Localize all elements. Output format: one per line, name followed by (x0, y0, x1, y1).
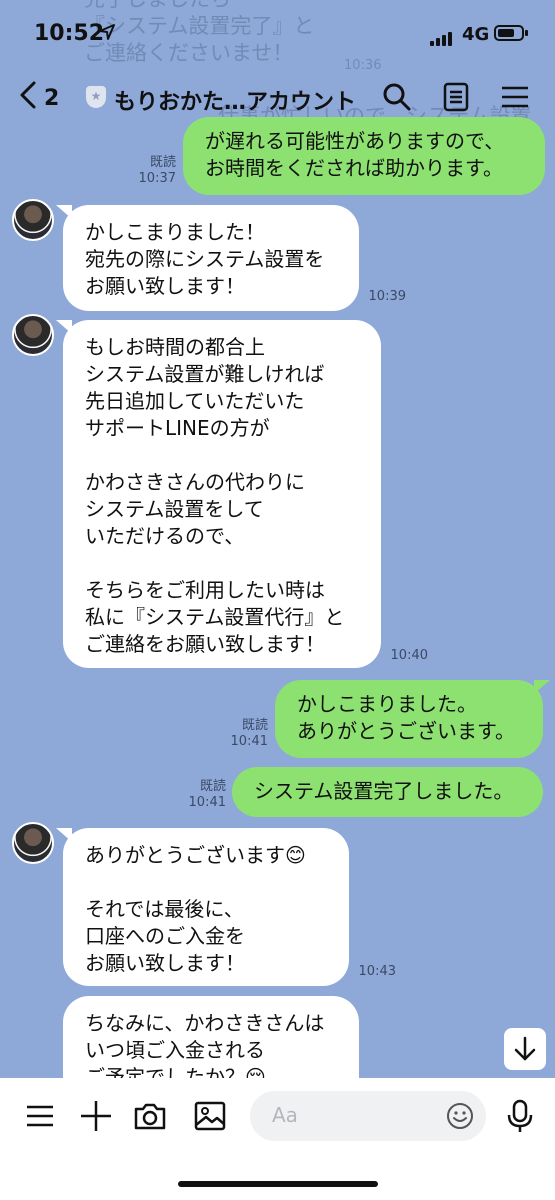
home-indicator (178, 1181, 378, 1187)
search-icon[interactable] (380, 80, 414, 114)
message-meta: 既読 10:41 (180, 779, 226, 811)
read-receipt: 既読 (149, 155, 176, 170)
message-bubble-outgoing[interactable]: システム設置完了しました。 (232, 767, 543, 817)
battery-icon (494, 25, 528, 41)
message-bubble-incoming[interactable]: ちなみに、かわさきさんは いつ頃ご入金される ご予定でしたか？😌 (63, 996, 359, 1078)
microphone-icon[interactable] (502, 1098, 538, 1134)
message-bubble-outgoing[interactable]: かしこまりました。 ありがとうございます。 (275, 680, 543, 758)
read-receipt: 既読 (199, 779, 226, 794)
read-receipt: 既読 (241, 718, 268, 733)
menu-icon[interactable] (498, 80, 532, 114)
message-input-container[interactable] (250, 1091, 486, 1141)
chat-header: 2 ★ もりおかた…アカウント (0, 72, 555, 124)
message-bubble-incoming[interactable]: かしこまりました！ 宛先の際にシステム設置を お願い致します！ (63, 205, 359, 311)
signal-icon (430, 27, 454, 46)
camera-icon[interactable] (132, 1098, 168, 1134)
avatar[interactable] (12, 822, 54, 864)
page-title[interactable]: もりおかた…アカウント (114, 84, 356, 116)
message-bubble-incoming[interactable]: もしお時間の都合上 システム設置が難しければ 先日追加していただいた サポートL… (63, 320, 381, 668)
message-bubble-outgoing[interactable]: が遅れる可能性がありますので、 お時間をくだされば助かります。 (183, 117, 545, 195)
message-time: 10:37 (138, 171, 176, 186)
status-time: 10:52 (34, 21, 105, 46)
note-icon[interactable] (439, 80, 473, 114)
arrow-down-icon (514, 1036, 536, 1061)
message-time: 10:41 (188, 795, 226, 810)
plus-icon[interactable] (78, 1098, 114, 1134)
message-time: 10:43 (358, 964, 396, 979)
menu-icon[interactable] (22, 1098, 58, 1134)
avatar[interactable] (12, 314, 54, 356)
message-input[interactable] (272, 1103, 422, 1127)
official-account-shield-icon: ★ (86, 86, 106, 108)
message-meta: 既読 10:41 (222, 718, 268, 750)
network-type: 4G (462, 24, 490, 45)
emoji-icon[interactable] (446, 1102, 474, 1130)
chat-area[interactable]: 完了しましたら 『システム設置完了』と ご連絡くださいませ！ 10:36 仕事が… (0, 0, 555, 1078)
message-time: 10:40 (390, 648, 428, 663)
message-time: 10:41 (230, 734, 268, 749)
unread-count[interactable]: 2 (44, 86, 59, 111)
location-arrow-icon (99, 24, 115, 40)
avatar[interactable] (12, 199, 54, 241)
message-time: 10:39 (368, 289, 406, 304)
back-button[interactable] (18, 80, 38, 117)
message-meta: 既読 10:37 (130, 155, 176, 187)
status-bar: 10:52 4G (0, 0, 555, 70)
scroll-to-bottom-button[interactable] (504, 1028, 546, 1070)
image-icon[interactable] (192, 1098, 228, 1134)
message-bubble-incoming[interactable]: ありがとうございます😊 それでは最後に、 口座へのご入金を お願い致します！ (63, 828, 349, 986)
chevron-left-icon (20, 81, 36, 109)
